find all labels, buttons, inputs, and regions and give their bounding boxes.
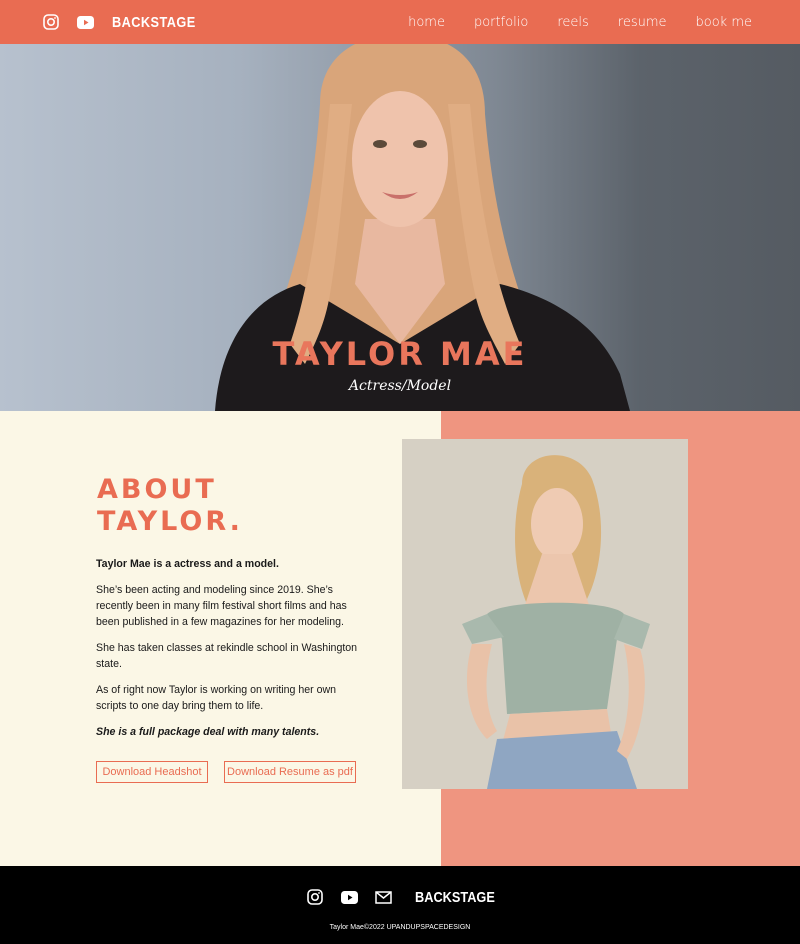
bio-paragraph: She’s been acting and modeling since 201…	[96, 584, 347, 628]
bio-lead: Taylor Mae is a actress and a model.	[96, 558, 279, 570]
about-portrait-image	[402, 439, 688, 789]
download-headshot-button[interactable]: Download Headshot	[96, 761, 208, 783]
bio-closing: She is a full package deal with many tal…	[96, 726, 320, 738]
youtube-icon[interactable]	[340, 888, 358, 906]
about-bio: Taylor Mae is a actress and a model. She…	[96, 556, 366, 750]
hero-name: TAYLOR MAE	[272, 335, 528, 373]
nav-book-me[interactable]: book me	[696, 15, 752, 30]
about-heading: ABOUT TAYLOR.	[97, 474, 243, 538]
mail-icon[interactable]	[374, 888, 392, 906]
footer-copyright: Taylor Mae©2022 UPANDUPSPACEDESIGN	[329, 924, 471, 931]
brand-logo[interactable]: BACKSTAGE	[112, 14, 196, 31]
about-heading-line1: ABOUT	[97, 474, 217, 505]
bio-paragraph: She has taken classes at rekindle school…	[96, 642, 358, 670]
nav-home[interactable]: home	[408, 15, 445, 30]
about-heading-line2: TAYLOR.	[97, 506, 243, 537]
nav-resume[interactable]: resume	[618, 15, 667, 30]
hero-role: Actress/Model	[348, 378, 452, 394]
footer: BACKSTAGE Taylor Mae©2022 UPANDUPSPACEDE…	[0, 866, 800, 944]
nav-portfolio[interactable]: portfolio	[474, 15, 528, 30]
footer-social-links: BACKSTAGE	[0, 888, 800, 906]
hero-banner: TAYLOR MAE Actress/Model	[0, 44, 800, 411]
top-navigation-bar: BACKSTAGE home portfolio reels resume bo…	[0, 0, 800, 44]
youtube-icon[interactable]	[76, 13, 94, 31]
header-social-links: BACKSTAGE	[42, 13, 210, 31]
main-nav: home portfolio reels resume book me	[379, 0, 752, 44]
bio-paragraph: As of right now Taylor is working on wri…	[96, 684, 337, 712]
instagram-icon[interactable]	[306, 888, 324, 906]
instagram-icon[interactable]	[42, 13, 60, 31]
download-resume-button[interactable]: Download Resume as pdf	[224, 761, 356, 783]
about-section: ABOUT TAYLOR. Taylor Mae is a actress an…	[0, 411, 800, 866]
nav-reels[interactable]: reels	[557, 15, 588, 30]
footer-brand-logo[interactable]: BACKSTAGE	[415, 889, 495, 906]
